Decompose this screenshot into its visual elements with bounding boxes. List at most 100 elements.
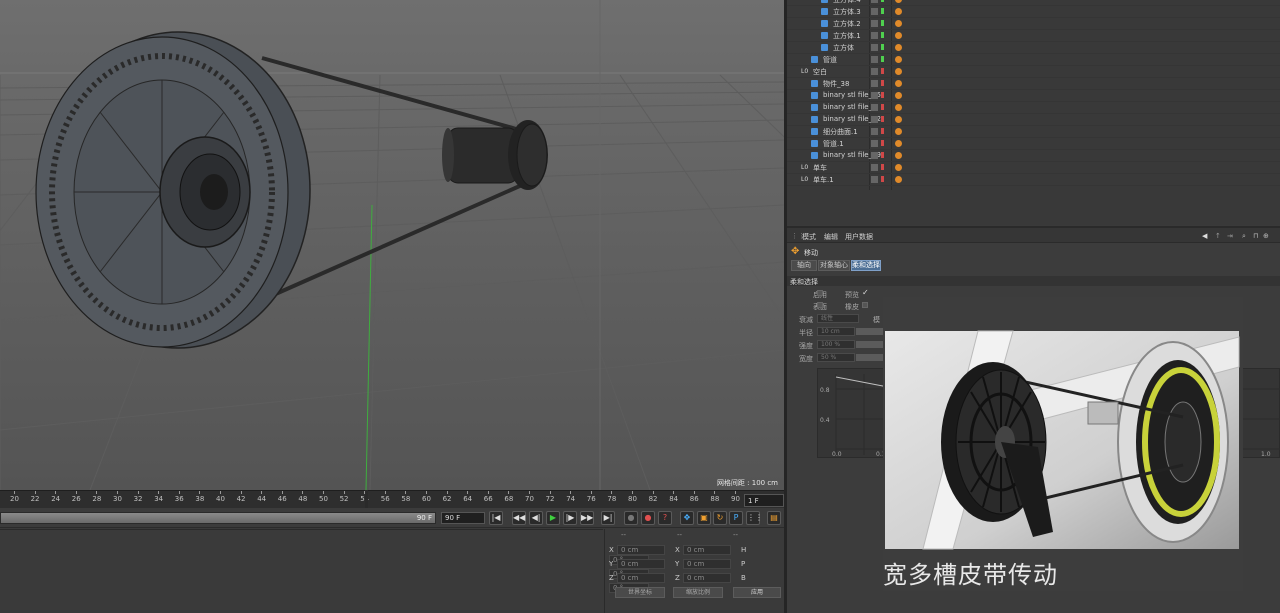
rubber-checkbox[interactable]	[862, 302, 868, 308]
layer-toggle-icon[interactable]	[871, 32, 878, 39]
object-name[interactable]: 立方体.3	[833, 7, 861, 17]
object-name[interactable]: 单车	[813, 163, 827, 173]
object-row[interactable]: 立方体.2	[787, 18, 1280, 30]
material-tag-icon[interactable]	[895, 176, 902, 183]
object-name[interactable]: 细分曲面.1	[823, 127, 858, 137]
object-row[interactable]: 细分曲面.1	[787, 126, 1280, 138]
size-z-field[interactable]: 0 cm	[683, 573, 731, 583]
object-name[interactable]: 单车.1	[813, 175, 834, 185]
strength-slider[interactable]	[856, 341, 884, 348]
visibility-dot-icon[interactable]	[881, 164, 884, 170]
position-y-field[interactable]: 0 cm	[617, 559, 665, 569]
up-arrow-icon[interactable]: ↑	[1215, 232, 1221, 240]
go-to-end-button[interactable]: ▶|	[601, 511, 615, 525]
current-frame-field[interactable]: 1 F	[744, 494, 784, 507]
menu-mode[interactable]: 模式	[802, 232, 816, 242]
object-row[interactable]: L0 空白	[787, 66, 1280, 78]
object-row[interactable]: 管道.1	[787, 138, 1280, 150]
visibility-dot-icon[interactable]	[881, 116, 884, 122]
materials-panel[interactable]	[0, 529, 603, 613]
play-button[interactable]: ▶	[546, 511, 560, 525]
object-row[interactable]: L0 单车.1	[787, 174, 1280, 186]
previous-frame-button[interactable]: ◀|	[529, 511, 543, 525]
layer-toggle-icon[interactable]	[871, 116, 878, 123]
menu-edit[interactable]: 编辑	[824, 232, 838, 242]
preview-checkbox[interactable]: ✓	[862, 288, 869, 297]
layer-toggle-icon[interactable]	[871, 20, 878, 27]
tab-axis[interactable]: 轴向	[791, 260, 817, 271]
lock-icon[interactable]: ⊓	[1253, 232, 1258, 240]
end-frame-field[interactable]: 90 F	[441, 512, 485, 524]
new-panel-icon[interactable]: ⊕	[1263, 232, 1269, 240]
visibility-dot-icon[interactable]	[881, 176, 884, 182]
material-tag-icon[interactable]	[895, 128, 902, 135]
visibility-dot-icon[interactable]	[881, 44, 884, 50]
record-pla-button[interactable]: ⋮⋮	[746, 511, 763, 525]
material-tag-icon[interactable]	[895, 20, 902, 27]
object-row[interactable]: binary stl file_22	[787, 114, 1280, 126]
material-tag-icon[interactable]	[895, 0, 902, 3]
tab-soft-selection[interactable]: 柔和选择	[851, 260, 881, 271]
object-name[interactable]: 立方体.2	[833, 19, 861, 29]
autokey-button[interactable]: ●	[641, 511, 655, 525]
go-to-start-button[interactable]: |◀	[489, 511, 503, 525]
visibility-dot-icon[interactable]	[881, 0, 884, 2]
visibility-dot-icon[interactable]	[881, 104, 884, 110]
object-row[interactable]: binary stl file_19	[787, 150, 1280, 162]
search-icon[interactable]: ⌕	[1242, 232, 1246, 241]
visibility-dot-icon[interactable]	[881, 140, 884, 146]
object-row[interactable]: binary stl file_25	[787, 90, 1280, 102]
object-name[interactable]: 管道	[823, 55, 837, 65]
visibility-dot-icon[interactable]	[881, 92, 884, 98]
layer-toggle-icon[interactable]	[871, 104, 878, 111]
record-position-button[interactable]: ✥	[680, 511, 694, 525]
visibility-dot-icon[interactable]	[881, 152, 884, 158]
object-name[interactable]: 立方体.4	[833, 0, 861, 5]
timeline-ruler[interactable]: 2022242628303234363840424446485052545658…	[0, 490, 784, 508]
position-z-field[interactable]: 0 cm	[617, 573, 665, 583]
falloff-dropdown[interactable]: 线性	[817, 314, 859, 323]
back-arrow-icon[interactable]: ◀	[1202, 232, 1207, 240]
forward-icon[interactable]: ⇥	[1227, 232, 1233, 240]
frame-range-slider[interactable]: 90 F	[0, 512, 436, 524]
object-name[interactable]: 物件_38	[823, 79, 849, 89]
material-tag-icon[interactable]	[895, 32, 902, 39]
object-row[interactable]: L0 单车	[787, 162, 1280, 174]
object-manager[interactable]: 立方体.4 立方体.3 立方体.2 立方体.1 立方体 管道 L0 空白 物件_38 binary…	[787, 0, 1280, 225]
surface-checkbox[interactable]	[817, 302, 823, 308]
tab-object-axis[interactable]: 对象轴心	[818, 260, 850, 271]
layer-toggle-icon[interactable]	[871, 68, 878, 75]
material-tag-icon[interactable]	[895, 8, 902, 15]
object-row[interactable]: 物件_38	[787, 78, 1280, 90]
visibility-dot-icon[interactable]	[881, 20, 884, 26]
layer-toggle-icon[interactable]	[871, 80, 878, 87]
material-tag-icon[interactable]	[895, 44, 902, 51]
visibility-dot-icon[interactable]	[881, 80, 884, 86]
material-tag-icon[interactable]	[895, 152, 902, 159]
object-row[interactable]: 管道	[787, 54, 1280, 66]
material-tag-icon[interactable]	[895, 68, 902, 75]
material-tag-icon[interactable]	[895, 80, 902, 87]
object-name[interactable]: binary stl file_8	[823, 103, 877, 111]
material-tag-icon[interactable]	[895, 56, 902, 63]
size-y-field[interactable]: 0 cm	[683, 559, 731, 569]
layer-toggle-icon[interactable]	[871, 92, 878, 99]
visibility-dot-icon[interactable]	[881, 8, 884, 14]
apply-button[interactable]: 应用	[733, 587, 781, 598]
enable-checkbox[interactable]	[817, 290, 823, 296]
visibility-dot-icon[interactable]	[881, 56, 884, 62]
width-slider[interactable]	[856, 354, 884, 361]
material-tag-icon[interactable]	[895, 92, 902, 99]
object-name[interactable]: 管道.1	[823, 139, 844, 149]
layer-toggle-icon[interactable]	[871, 56, 878, 63]
visibility-dot-icon[interactable]	[881, 68, 884, 74]
material-tag-icon[interactable]	[895, 116, 902, 123]
object-row[interactable]: 立方体.1	[787, 30, 1280, 42]
strength-field[interactable]: 100 %	[817, 340, 855, 349]
radius-field[interactable]: 10 cm	[817, 327, 855, 336]
record-keys-button[interactable]: ●	[624, 511, 638, 525]
next-frame-button[interactable]: |▶	[563, 511, 577, 525]
scale-mode-dropdown[interactable]: 缩放比例	[673, 587, 723, 598]
material-tag-icon[interactable]	[895, 164, 902, 171]
menu-user-data[interactable]: 用户数据	[845, 232, 873, 242]
